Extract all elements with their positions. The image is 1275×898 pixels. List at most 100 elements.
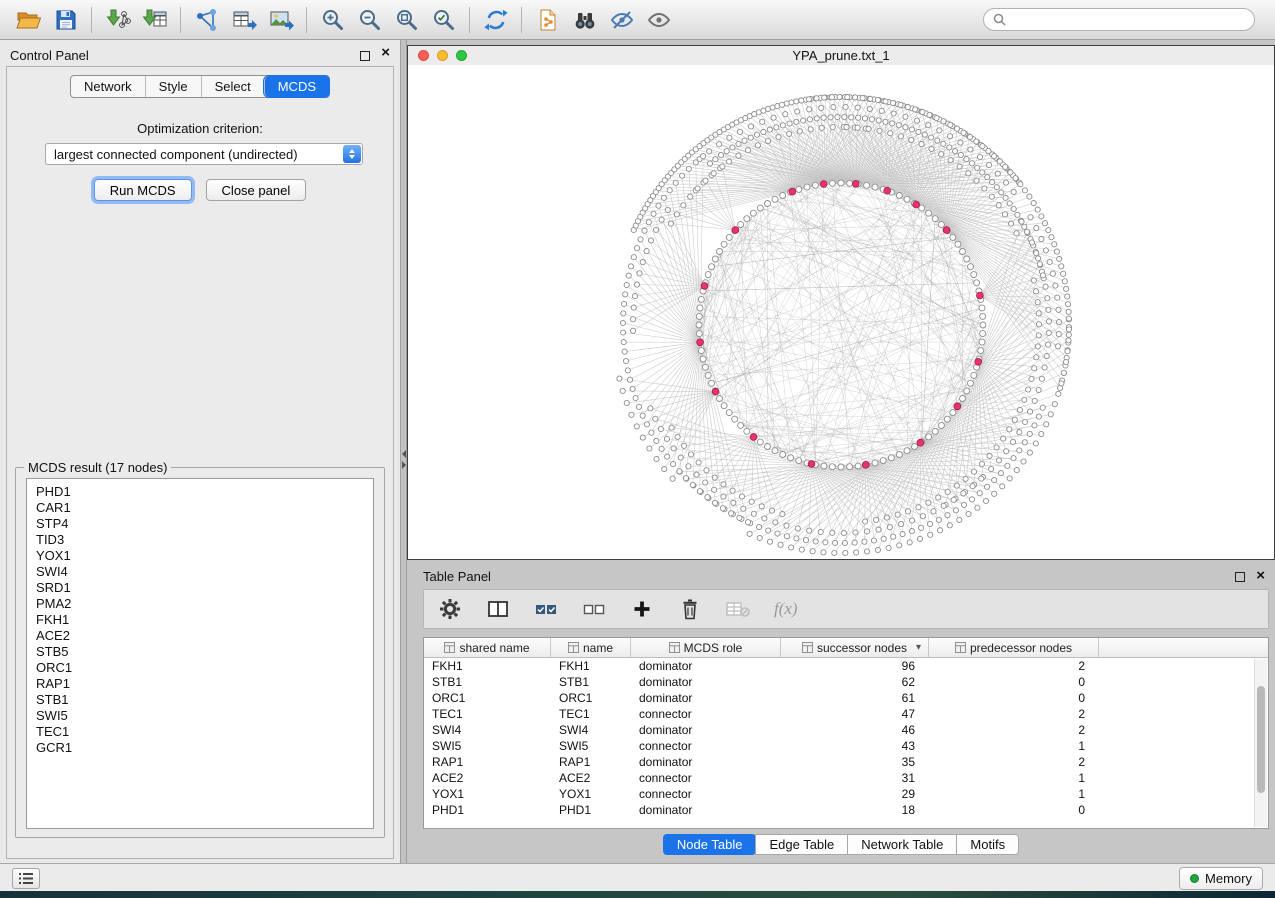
sort-direction-icon[interactable]: ▾	[916, 642, 921, 653]
result-node-item[interactable]: SWI4	[36, 564, 373, 580]
table-settings-button[interactable]	[438, 597, 462, 621]
share-document-button[interactable]	[529, 4, 566, 36]
export-image-button[interactable]	[262, 4, 299, 36]
table-cell: dominator	[631, 690, 781, 706]
table-row[interactable]: PHD1PHD1dominator180	[424, 802, 1268, 818]
criterion-dropdown[interactable]: largest connected component (undirected)	[45, 143, 363, 165]
checked-boxes-icon	[535, 600, 557, 618]
result-node-item[interactable]: GCR1	[36, 740, 373, 756]
result-node-item[interactable]: FKH1	[36, 612, 373, 628]
control-panel-float-button[interactable]	[360, 51, 370, 61]
tab-motifs[interactable]: Motifs	[956, 834, 1019, 855]
table-row[interactable]: FKH1FKH1dominator962	[424, 658, 1268, 674]
table-cell: RAP1	[424, 754, 551, 770]
eye-icon	[647, 8, 671, 32]
network-canvas[interactable]	[408, 65, 1274, 559]
table-cell: 2	[929, 706, 1099, 722]
result-node-item[interactable]: TID3	[36, 532, 373, 548]
table-cell: 31	[781, 770, 929, 786]
find-button[interactable]	[566, 4, 603, 36]
table-row[interactable]: RAP1RAP1dominator352	[424, 754, 1268, 770]
tab-select[interactable]: Select	[201, 76, 264, 97]
apply-layout-button[interactable]	[477, 4, 514, 36]
table-row[interactable]: ACE2ACE2connector311	[424, 770, 1268, 786]
add-column-button[interactable]	[630, 597, 654, 621]
result-node-item[interactable]: PHD1	[36, 484, 373, 500]
memory-button[interactable]: Memory	[1179, 867, 1263, 890]
delete-column-button[interactable]	[678, 597, 702, 621]
window-minimize-button[interactable]	[437, 50, 448, 61]
column-header-shared-name[interactable]: shared name	[424, 638, 551, 658]
result-node-item[interactable]: CAR1	[36, 500, 373, 516]
import-table-button[interactable]	[136, 4, 173, 36]
zoom-in-button[interactable]	[314, 4, 351, 36]
result-node-item[interactable]: RAP1	[36, 676, 373, 692]
table-cell: ACE2	[424, 770, 551, 786]
toolbar-separator	[180, 7, 181, 33]
column-header-successor-nodes[interactable]: successor nodes▾	[781, 638, 929, 658]
export-network-button[interactable]	[188, 4, 225, 36]
column-header-mcds-role[interactable]: MCDS role	[631, 638, 781, 658]
panel-splitter[interactable]	[400, 40, 407, 863]
result-node-item[interactable]: ORC1	[36, 660, 373, 676]
tab-mcds[interactable]: MCDS	[264, 76, 329, 97]
window-close-button[interactable]	[418, 50, 429, 61]
show-details-button[interactable]	[640, 4, 677, 36]
task-history-button[interactable]	[12, 868, 40, 889]
table-cell: 1	[929, 786, 1099, 802]
table-row[interactable]: SWI4SWI4dominator462	[424, 722, 1268, 738]
table-panel-close-button[interactable]: ×	[1256, 567, 1265, 584]
dropdown-stepper-icon	[343, 145, 361, 163]
close-panel-button[interactable]: Close panel	[206, 179, 307, 201]
show-columns-button[interactable]	[486, 597, 510, 621]
table-row[interactable]: TEC1TEC1connector472	[424, 706, 1268, 722]
table-row[interactable]: YOX1YOX1connector291	[424, 786, 1268, 802]
mcds-result-list[interactable]: PHD1CAR1STP4TID3YOX1SWI4SRD1PMA2FKH1ACE2…	[26, 478, 374, 829]
result-node-item[interactable]: STB1	[36, 692, 373, 708]
hide-details-button[interactable]	[603, 4, 640, 36]
table-panel-float-button[interactable]	[1235, 572, 1245, 582]
zoom-selected-button[interactable]	[425, 4, 462, 36]
open-file-button[interactable]	[10, 4, 47, 36]
result-node-item[interactable]: SWI5	[36, 708, 373, 724]
zoom-out-button[interactable]	[351, 4, 388, 36]
splitter-collapse-icon[interactable]	[401, 448, 406, 472]
tab-network-table[interactable]: Network Table	[847, 834, 957, 855]
memory-status-icon	[1190, 874, 1199, 883]
table-row[interactable]: SWI5SWI5connector431	[424, 738, 1268, 754]
run-mcds-button[interactable]: Run MCDS	[94, 179, 192, 201]
result-node-item[interactable]: TEC1	[36, 724, 373, 740]
table-cell: SWI4	[551, 722, 631, 738]
table-row[interactable]: ORC1ORC1dominator610	[424, 690, 1268, 706]
export-table-button[interactable]	[225, 4, 262, 36]
result-node-item[interactable]: PMA2	[36, 596, 373, 612]
tab-edge-table[interactable]: Edge Table	[755, 834, 848, 855]
control-panel-close-button[interactable]: ×	[381, 46, 390, 60]
deselect-all-button[interactable]	[582, 597, 606, 621]
table-panel-title: Table Panel	[423, 569, 491, 584]
import-network-button[interactable]	[99, 4, 136, 36]
search-icon	[993, 13, 1006, 26]
delete-table-button-disabled[interactable]	[726, 597, 750, 621]
network-window-titlebar[interactable]: YPA_prune.txt_1	[408, 46, 1274, 66]
result-node-item[interactable]: STP4	[36, 516, 373, 532]
tab-network[interactable]: Network	[71, 76, 145, 97]
column-header-predecessor-nodes[interactable]: predecessor nodes	[929, 638, 1099, 658]
tab-style[interactable]: Style	[145, 76, 201, 97]
scrollbar-thumb[interactable]	[1257, 686, 1265, 794]
tab-node-table[interactable]: Node Table	[663, 834, 757, 855]
result-node-item[interactable]: STB5	[36, 644, 373, 660]
result-node-item[interactable]: YOX1	[36, 548, 373, 564]
result-node-item[interactable]: SRD1	[36, 580, 373, 596]
result-node-item[interactable]: ACE2	[36, 628, 373, 644]
window-maximize-button[interactable]	[456, 50, 467, 61]
table-row[interactable]: STB1STB1dominator620	[424, 674, 1268, 690]
save-button[interactable]	[47, 4, 84, 36]
column-header-name[interactable]: name	[551, 638, 631, 658]
search-box[interactable]	[983, 8, 1255, 31]
zoom-fit-button[interactable]	[388, 4, 425, 36]
function-builder-button[interactable]: f(x)	[774, 599, 798, 619]
search-input[interactable]	[1011, 12, 1254, 28]
select-all-button[interactable]	[534, 597, 558, 621]
table-scrollbar[interactable]	[1254, 659, 1267, 827]
